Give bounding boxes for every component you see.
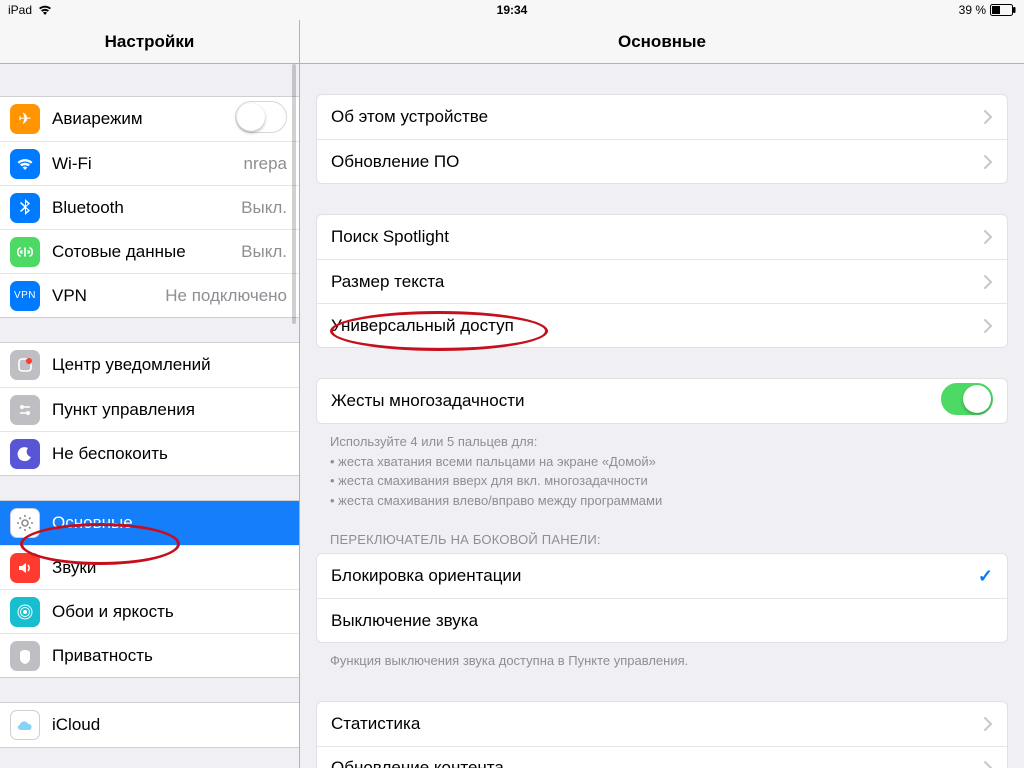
- sidebar-item-cellular[interactable]: Сотовые данные Выкл.: [0, 229, 299, 273]
- sidebar-item-bluetooth[interactable]: Bluetooth Выкл.: [0, 185, 299, 229]
- sidebar-item-general[interactable]: Основные: [0, 501, 299, 545]
- nav-bars: Настройки Основные: [0, 20, 1024, 64]
- chevron-right-icon: [983, 760, 993, 768]
- sidebar-item-value: Выкл.: [241, 198, 287, 218]
- sounds-icon: [10, 553, 40, 583]
- row-label: Размер текста: [331, 272, 444, 292]
- sidebar-item-label: Звуки: [52, 558, 96, 578]
- sidebar-item-label: Не беспокоить: [52, 444, 168, 464]
- section-spotlight: Поиск Spotlight Размер текста Универсаль…: [316, 214, 1008, 348]
- row-usage[interactable]: Статистика: [317, 702, 1007, 746]
- control-center-icon: [10, 395, 40, 425]
- detail-pane[interactable]: Об этом устройстве Обновление ПО Поиск S…: [300, 64, 1024, 768]
- sidebar-item-label: Авиарежим: [52, 109, 143, 129]
- row-multitask-gestures[interactable]: Жесты многозадачности: [317, 379, 1007, 423]
- gear-icon: [10, 508, 40, 538]
- row-label: Универсальный доступ: [331, 316, 514, 336]
- row-label: Об этом устройстве: [331, 107, 488, 127]
- chevron-right-icon: [983, 109, 993, 125]
- notifications-icon: [10, 350, 40, 380]
- wallpaper-icon: [10, 597, 40, 627]
- sidebar-group: ✈︎ Авиарежим Wi-Fi nrepa Bluetooth Выкл.…: [0, 96, 299, 318]
- airplane-toggle[interactable]: [235, 101, 287, 138]
- section-side-switch: Блокировка ориентации ✓ Выключение звука: [316, 553, 1008, 643]
- row-about-device[interactable]: Об этом устройстве: [317, 95, 1007, 139]
- row-mute[interactable]: Выключение звука: [317, 598, 1007, 642]
- row-software-update[interactable]: Обновление ПО: [317, 139, 1007, 183]
- sidebar-item-label: Пункт управления: [52, 400, 195, 420]
- checkmark-icon: ✓: [978, 566, 993, 587]
- sidebar-item-wallpaper[interactable]: Обои и яркость: [0, 589, 299, 633]
- sidebar-item-value: Не подключено: [165, 286, 287, 306]
- dnd-icon: [10, 439, 40, 469]
- row-label: Поиск Spotlight: [331, 227, 449, 247]
- bluetooth-icon: [10, 193, 40, 223]
- row-accessibility[interactable]: Универсальный доступ: [317, 303, 1007, 347]
- sidebar-item-value: nrepa: [244, 154, 287, 174]
- row-spotlight[interactable]: Поиск Spotlight: [317, 215, 1007, 259]
- sidebar-item-label: Bluetooth: [52, 198, 124, 218]
- sidebar-item-label: Обои и яркость: [52, 602, 174, 622]
- chevron-right-icon: [983, 318, 993, 334]
- sidebar-item-dnd[interactable]: Не беспокоить: [0, 431, 299, 475]
- side-switch-footer: Функция выключения звука доступна в Пунк…: [330, 651, 994, 671]
- sidebar-item-label: Сотовые данные: [52, 242, 186, 262]
- sidebar-group: Центр уведомлений Пункт управления Не бе…: [0, 342, 299, 476]
- status-time: 19:34: [0, 3, 1024, 17]
- chevron-right-icon: [983, 229, 993, 245]
- row-label: Статистика: [331, 714, 420, 734]
- chevron-right-icon: [983, 716, 993, 732]
- sidebar-item-label: iCloud: [52, 715, 100, 735]
- sidebar-group: Основные Звуки Обои и яркость Приватност…: [0, 500, 299, 678]
- multitask-hint: Используйте 4 или 5 пальцев для: • жеста…: [330, 432, 994, 510]
- sidebar[interactable]: ✈︎ Авиарежим Wi-Fi nrepa Bluetooth Выкл.…: [0, 64, 300, 768]
- privacy-icon: [10, 641, 40, 671]
- row-label: Обновление контента: [331, 758, 504, 768]
- row-label: Выключение звука: [331, 611, 478, 631]
- sidebar-item-value: Выкл.: [241, 242, 287, 262]
- sidebar-item-control-center[interactable]: Пункт управления: [0, 387, 299, 431]
- airplane-icon: ✈︎: [10, 104, 40, 134]
- side-switch-header: ПЕРЕКЛЮЧАТЕЛЬ НА БОКОВОЙ ПАНЕЛИ:: [330, 532, 994, 547]
- sidebar-item-wifi[interactable]: Wi-Fi nrepa: [0, 141, 299, 185]
- section-about: Об этом устройстве Обновление ПО: [316, 94, 1008, 184]
- chevron-right-icon: [983, 274, 993, 290]
- row-lock-orientation[interactable]: Блокировка ориентации ✓: [317, 554, 1007, 598]
- cellular-icon: [10, 237, 40, 267]
- sidebar-item-label: Центр уведомлений: [52, 355, 211, 375]
- row-label: Жесты многозадачности: [331, 391, 525, 411]
- row-text-size[interactable]: Размер текста: [317, 259, 1007, 303]
- row-label: Блокировка ориентации: [331, 566, 521, 586]
- wifi-icon: [10, 149, 40, 179]
- sidebar-item-icloud[interactable]: iCloud: [0, 703, 299, 747]
- sidebar-title: Настройки: [0, 20, 300, 63]
- vpn-icon: VPN: [10, 281, 40, 311]
- multitask-toggle[interactable]: [941, 383, 993, 420]
- sidebar-item-label: Wi-Fi: [52, 154, 92, 174]
- section-usage: Статистика Обновление контента: [316, 701, 1008, 768]
- detail-title: Основные: [300, 20, 1024, 63]
- sidebar-group: iCloud: [0, 702, 299, 748]
- chevron-right-icon: [983, 154, 993, 170]
- sidebar-scrollbar[interactable]: [292, 64, 296, 324]
- row-background-refresh[interactable]: Обновление контента: [317, 746, 1007, 768]
- status-bar: iPad 19:34 39 %: [0, 0, 1024, 20]
- sidebar-item-airplane[interactable]: ✈︎ Авиарежим: [0, 97, 299, 141]
- section-multitask: Жесты многозадачности: [316, 378, 1008, 424]
- sidebar-item-sounds[interactable]: Звуки: [0, 545, 299, 589]
- sidebar-item-notifications[interactable]: Центр уведомлений: [0, 343, 299, 387]
- sidebar-item-label: Приватность: [52, 646, 153, 666]
- sidebar-item-vpn[interactable]: VPN VPN Не подключено: [0, 273, 299, 317]
- row-label: Обновление ПО: [331, 152, 459, 172]
- sidebar-item-label: Основные: [52, 513, 133, 533]
- sidebar-item-label: VPN: [52, 286, 87, 306]
- sidebar-item-privacy[interactable]: Приватность: [0, 633, 299, 677]
- icloud-icon: [10, 710, 40, 740]
